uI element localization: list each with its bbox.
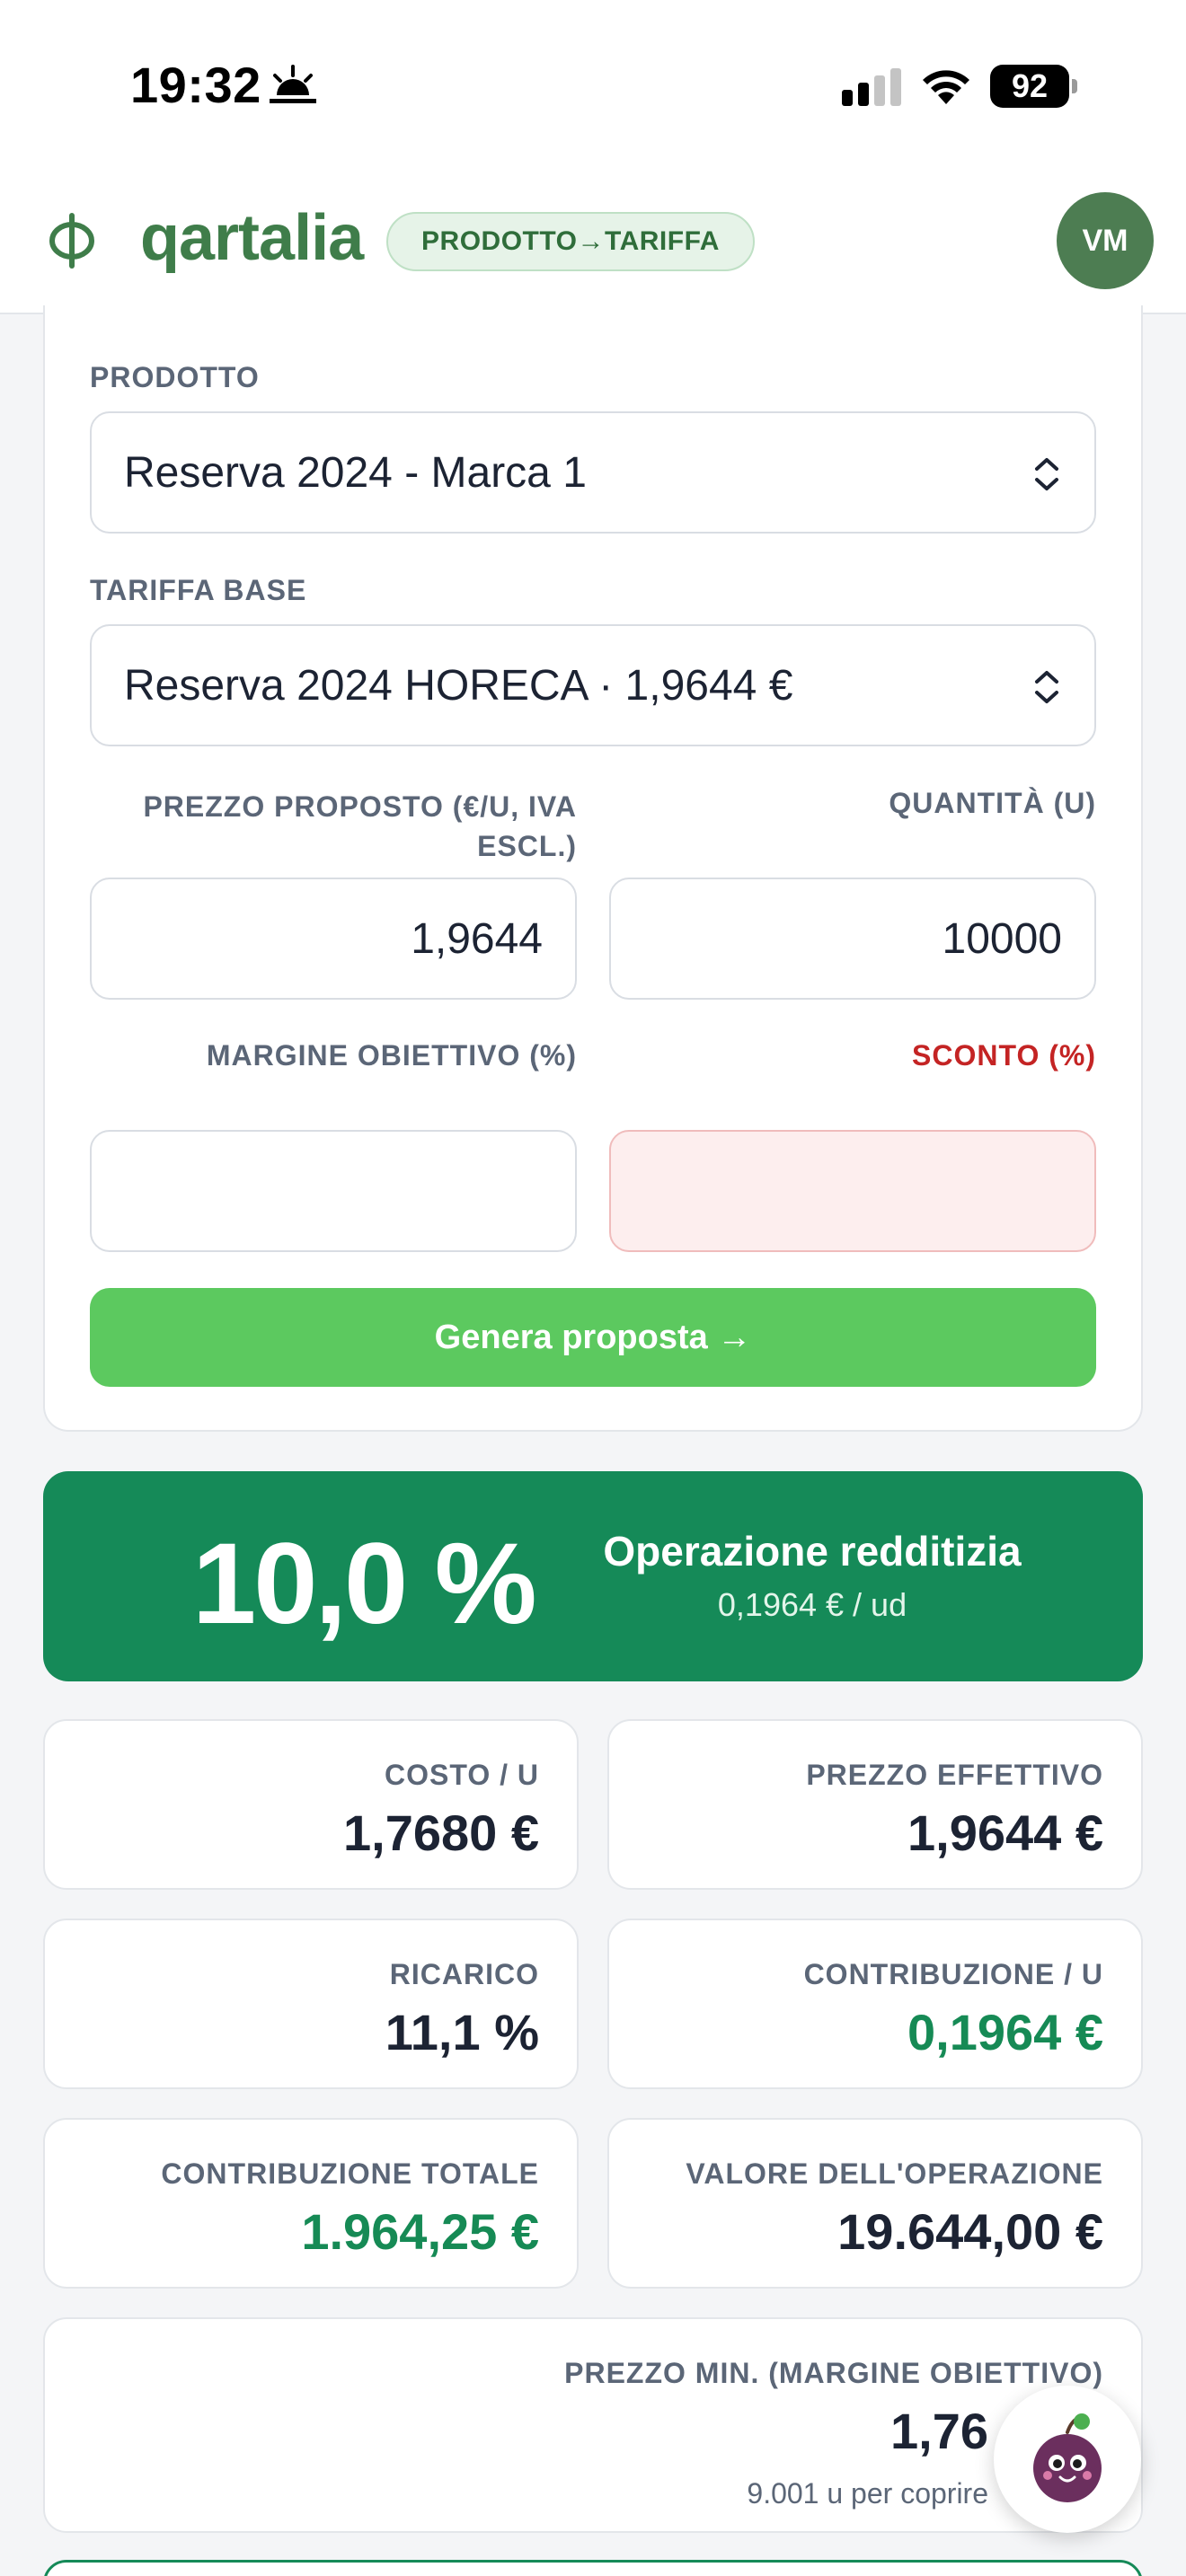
margin-percentage: 10,0 % bbox=[192, 1520, 536, 1648]
mode-badge[interactable]: PRODOTTO→TARIFFA bbox=[386, 212, 755, 271]
battery-level: 92 bbox=[990, 65, 1069, 108]
tariff-label: TARIFFA BASE bbox=[90, 574, 307, 606]
quantity-input[interactable]: 10000 bbox=[609, 878, 1096, 1000]
status-bar: 19:32 92 bbox=[0, 0, 1186, 171]
result-status: Operazione redditizia bbox=[603, 1528, 1022, 1575]
result-banner: 10,0 % Operazione redditizia 0,1964 € / … bbox=[43, 1471, 1143, 1681]
metric-operation-value: VALORE DELL'OPERAZIONE 19.644,00 € bbox=[607, 2118, 1143, 2289]
metric-effective-price: PREZZO EFFETTIVO 1,9644 € bbox=[607, 1719, 1143, 1890]
user-avatar[interactable]: VM bbox=[1057, 192, 1154, 289]
price-label: PREZZO PROPOSTO (€/U, IVA ESCL.) bbox=[143, 790, 577, 862]
metric-markup: RICARICO 11,1 % bbox=[43, 1919, 579, 2089]
phi-logo-icon[interactable] bbox=[47, 212, 97, 269]
price-input[interactable]: 1,9644 bbox=[90, 878, 577, 1000]
battery-indicator: 92 bbox=[990, 65, 1080, 108]
product-label: PRODOTTO bbox=[90, 361, 260, 393]
metric-total-contribution: CONTRIBUZIONE TOTALE 1.964,25 € bbox=[43, 2118, 579, 2289]
next-card bbox=[43, 2560, 1143, 2576]
margin-label: MARGINE OBIETTIVO (%) bbox=[206, 1039, 577, 1072]
grape-mascot-icon bbox=[1033, 2413, 1102, 2502]
cellular-signal-icon bbox=[842, 68, 901, 106]
chevron-up-down-icon bbox=[1035, 671, 1058, 703]
chevron-up-down-icon bbox=[1035, 458, 1058, 490]
tariff-select-value: Reserva 2024 HORECA · 1,9644 € bbox=[124, 661, 793, 710]
margin-input[interactable] bbox=[90, 1130, 577, 1252]
product-select[interactable]: Reserva 2024 - Marca 1 bbox=[90, 411, 1096, 534]
status-time: 19:32 bbox=[130, 57, 261, 113]
metric-contribution-per-unit: CONTRIBUZIONE / U 0,1964 € bbox=[607, 1919, 1143, 2089]
quantity-label: QUANTITÀ (U) bbox=[889, 787, 1096, 819]
assistant-button[interactable] bbox=[994, 2386, 1141, 2533]
product-select-value: Reserva 2024 - Marca 1 bbox=[124, 448, 587, 497]
discount-label: SCONTO (%) bbox=[912, 1039, 1096, 1072]
wifi-icon bbox=[923, 70, 969, 104]
result-per-unit: 0,1964 € / ud bbox=[717, 1586, 907, 1623]
discount-input[interactable] bbox=[609, 1130, 1096, 1252]
sunrise-icon bbox=[270, 65, 316, 103]
generate-proposal-button[interactable]: Genera proposta → bbox=[90, 1288, 1096, 1387]
brand-name[interactable]: qartalia bbox=[140, 201, 364, 275]
metric-min-price: PREZZO MIN. (MARGINE OBIETTIVO) 1,76 9.0… bbox=[43, 2317, 1143, 2533]
metric-cost-per-unit: COSTO / U 1,7680 € bbox=[43, 1719, 579, 1890]
tariff-select[interactable]: Reserva 2024 HORECA · 1,9644 € bbox=[90, 624, 1096, 746]
